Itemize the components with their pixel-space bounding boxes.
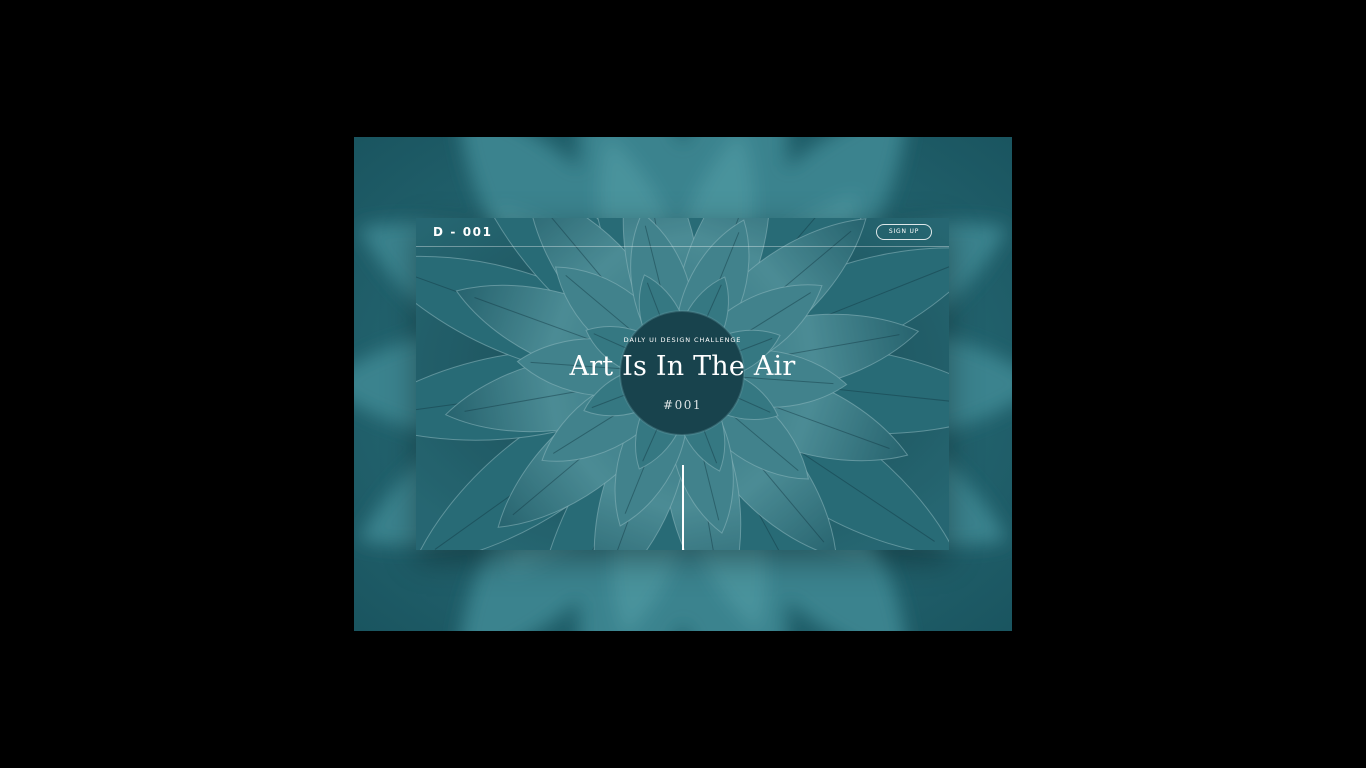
hero-title: Art Is In The Air: [569, 351, 796, 382]
hero-number: #001: [663, 398, 702, 412]
hero-eyebrow: DAILY UI DESIGN CHALLENGE: [623, 336, 742, 344]
scroll-indicator-icon[interactable]: [682, 465, 684, 550]
brand-logo[interactable]: D - 001: [433, 225, 493, 239]
top-navigation: D - 001 SIGN UP: [416, 218, 949, 247]
hero-card: D - 001 SIGN UP DAILY UI DESIGN CHALLENG…: [416, 218, 949, 550]
sign-up-button[interactable]: SIGN UP: [876, 224, 932, 240]
